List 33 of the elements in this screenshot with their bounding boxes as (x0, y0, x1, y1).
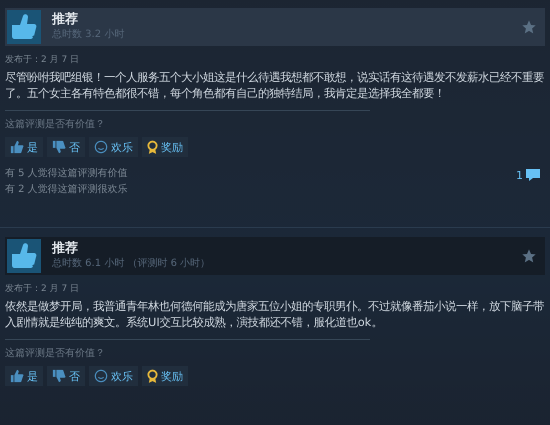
yes-button[interactable]: 是 (5, 137, 43, 157)
review-text: 尽管吩咐我吧组银！一个人服务五个大小姐这是什么待遇我想都不敢想，说实话有这待遇发不发薪水已经不重要了。五个女主各有特色都很不错，每个角色都有自己的独特结局，我肯定是选择我全都要！ (5, 69, 545, 101)
vote-count-text: 有 2 人觉得这篇评测很欢乐 (5, 182, 128, 197)
no-button[interactable]: 否 (47, 366, 85, 386)
helpful-prompt: 这篇评测是否有价值？ (5, 347, 106, 361)
funny-button[interactable]: 欢乐 (89, 137, 138, 157)
award-button[interactable]: 奖励 (142, 366, 188, 386)
thumbs-down-icon (52, 140, 66, 154)
verdict-title: 推荐 (52, 12, 79, 28)
award-button[interactable]: 奖励 (142, 137, 188, 157)
thumbs-up-icon (7, 10, 41, 44)
vote-count-text: 有 5 人觉得这篇评测有价值 (5, 166, 128, 181)
star-icon[interactable] (521, 248, 537, 264)
verdict-title: 推荐 (52, 241, 79, 257)
medal-icon (147, 140, 158, 154)
playtime-text: 总时数 6.1 小时 （评测时 6 小时） (52, 257, 212, 271)
medal-icon (147, 368, 158, 384)
funny-button[interactable]: 欢乐 (89, 366, 138, 386)
comment-count-link[interactable]: 1 (516, 168, 541, 182)
posted-date: 发布于：2 月 7 日 (5, 283, 80, 295)
thumbs-down-icon (52, 369, 66, 383)
helpful-prompt: 这篇评测是否有价值？ (5, 118, 106, 132)
no-button[interactable]: 否 (47, 137, 85, 157)
yes-button[interactable]: 是 (5, 366, 43, 386)
review-text: 依然是做梦开局，我普通青年林也何德何能成为唐家五位小姐的专职男仆。不过就像番茄小说一样，放下脑子带入剧情就是纯纯的爽文。系统UI交互比较成熟，演技都还不错，服化道也ok。 (5, 298, 545, 330)
comment-icon (525, 168, 541, 182)
star-icon[interactable] (521, 19, 537, 35)
smiley-icon (94, 369, 108, 383)
thumbs-up-icon (7, 239, 41, 273)
posted-date: 发布于：2 月 7 日 (5, 54, 80, 66)
thumbs-up-icon (10, 369, 24, 383)
smiley-icon (94, 140, 108, 154)
thumbs-up-icon (10, 140, 24, 154)
